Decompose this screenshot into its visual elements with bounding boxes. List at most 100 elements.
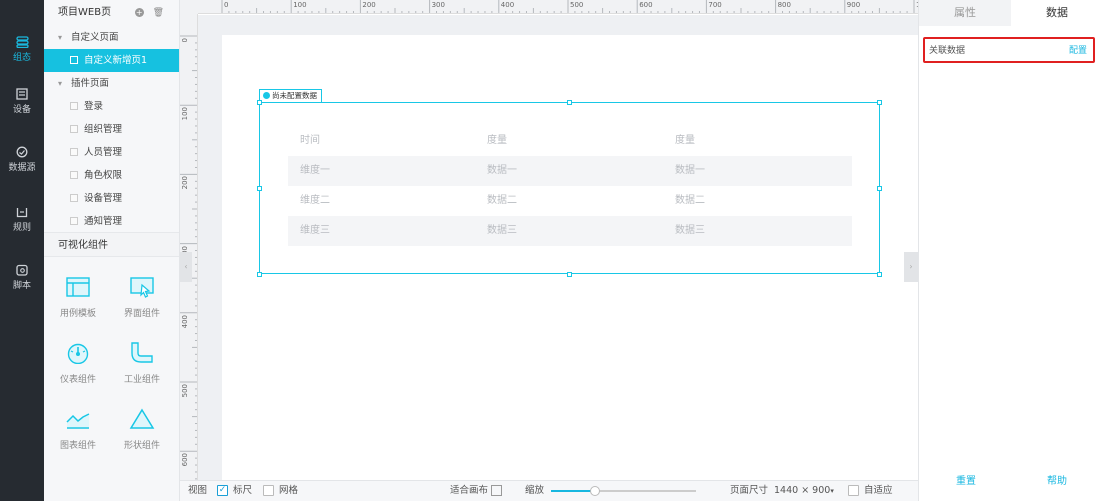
collapse-left-button[interactable]: ‹ (180, 252, 192, 282)
rail-item-label: 规则 (12, 223, 31, 233)
widget-label: 工业组件 (123, 375, 160, 385)
tab-data[interactable]: 数据 (1011, 0, 1102, 26)
page-icon (70, 56, 78, 64)
reset-button[interactable]: 重置 (956, 472, 976, 487)
widget-label: 仪表组件 (59, 375, 96, 385)
adaptive-label: 自适应 (864, 485, 893, 496)
caret-down-icon: ▾ (830, 487, 834, 495)
resize-handle-s[interactable] (567, 272, 572, 277)
zoom-slider-track[interactable] (551, 486, 696, 496)
field-label: 关联数据 (929, 46, 966, 56)
rail-item-config[interactable]: 组态 (0, 36, 44, 63)
configure-link[interactable]: 配置 (1069, 43, 1087, 56)
table-cell: 维度三 (300, 225, 330, 236)
table-cell: 数据三 (675, 225, 705, 236)
tree-item-label: 人员管理 (84, 147, 123, 158)
widget-shape[interactable]: 形状组件 (110, 408, 174, 451)
adaptive-checkbox[interactable] (848, 485, 859, 496)
ruler-tick-label: 200 (362, 1, 376, 9)
table-cell: 数据一 (487, 165, 517, 176)
rail-item-label: 数据源 (8, 163, 36, 173)
resize-handle-w[interactable] (257, 186, 262, 191)
ruler-tick-label: 700 (708, 1, 722, 9)
ruler-tick-label: 400 (181, 314, 189, 329)
ruler-tick-label: 900 (846, 1, 861, 9)
rail-item-label: 组态 (12, 53, 31, 63)
resize-handle-sw[interactable] (257, 272, 262, 277)
page-size-label: 页面尺寸 (730, 485, 769, 496)
resize-handle-nw[interactable] (257, 100, 262, 105)
widget-chart[interactable]: 图表组件 (46, 408, 110, 451)
widget-label: 形状组件 (123, 441, 160, 451)
widget-industrial[interactable]: 工业组件 (110, 342, 174, 385)
status-dot-icon (263, 92, 270, 99)
tree-item-org[interactable]: 组织管理 (44, 118, 179, 141)
pipe-icon (131, 342, 153, 363)
table-cell: 数据三 (487, 225, 517, 236)
tree-item-custom-page-1[interactable]: 自定义新增页1 (44, 49, 179, 72)
zoom-slider-handle[interactable] (589, 486, 600, 496)
table-cell: 数据二 (487, 195, 517, 206)
rail-item-script[interactable]: 脚本 (0, 264, 44, 291)
grid-checkbox[interactable] (263, 485, 274, 496)
widget-status-text: 尚未配置数据 (272, 91, 317, 100)
tree-item-label: 通知管理 (84, 216, 123, 227)
table-header-cell: 时间 (300, 135, 320, 146)
ruler-checkbox[interactable]: ✓ (217, 485, 228, 496)
tree-group-label: 自定义页面 (71, 32, 119, 43)
chevron-down-icon: ▾ (58, 33, 63, 42)
resize-handle-n[interactable] (567, 100, 572, 105)
rail-item-datasource[interactable]: 数据源 (0, 146, 44, 173)
page-size-value: 1440 × 900 (774, 485, 831, 496)
resize-handle-ne[interactable] (877, 100, 882, 105)
table-header-row: 时间 度量 度量 (288, 126, 852, 156)
tree-group-custom[interactable]: ▾ 自定义页面 (44, 26, 179, 49)
tree-group-plugin[interactable]: ▾ 插件页面 (44, 72, 179, 95)
grid-label: 网格 (279, 485, 299, 496)
ruler-tick-label: 0 (181, 38, 189, 43)
ruler-corner (180, 0, 198, 14)
widget-status-tag: 尚未配置数据 (259, 89, 322, 102)
ruler-tick-label: 200 (181, 176, 189, 190)
tree-item-login[interactable]: 登录 (44, 95, 179, 118)
resize-handle-se[interactable] (877, 272, 882, 277)
collapse-right-button[interactable]: › (904, 252, 918, 282)
page-icon (70, 171, 78, 179)
fit-canvas-label[interactable]: 适合画布 (450, 481, 488, 501)
ruler-tick-label: 400 (500, 1, 515, 9)
resize-handle-e[interactable] (877, 186, 882, 191)
tree-item-people[interactable]: 人员管理 (44, 141, 179, 164)
tree-group-label: 插件页面 (71, 78, 110, 89)
database-stack-icon (15, 36, 29, 48)
rail-item-label: 设备 (12, 105, 31, 115)
widget-template[interactable]: 用例模板 (46, 276, 110, 319)
table-row: 维度一 数据一 数据一 (288, 156, 852, 186)
tree-item-label: 角色权限 (84, 170, 123, 181)
ruler-tick-label: 0 (224, 1, 229, 9)
widget-gauge[interactable]: 仪表组件 (46, 342, 110, 385)
widget-ui[interactable]: 界面组件 (110, 276, 174, 319)
rail-item-rule[interactable]: 规则 (0, 206, 44, 233)
tree-item-roles[interactable]: 角色权限 (44, 164, 179, 187)
project-header: 项目WEB页 + 🗑 (44, 0, 180, 26)
tree-item-notify[interactable]: 通知管理 (44, 210, 179, 233)
ruler-tick-label: 600 (181, 453, 189, 467)
help-button[interactable]: 帮助 (1047, 472, 1067, 487)
widget-label: 图表组件 (59, 441, 96, 451)
ruler-tick-label: 100 (181, 107, 189, 121)
fit-canvas-icon[interactable] (491, 485, 502, 496)
add-page-icon[interactable]: + (134, 8, 144, 17)
tree-item-devices[interactable]: 设备管理 (44, 187, 179, 210)
ruler-tick-label: 500 (570, 1, 584, 9)
tab-properties[interactable]: 属性 (919, 0, 1011, 26)
page-icon (70, 148, 78, 156)
datasource-icon (16, 146, 28, 158)
ruler-left: 0100200300400500600 (180, 14, 198, 480)
widget-label: 界面组件 (123, 309, 160, 319)
gauge-icon (67, 343, 89, 364)
chevron-down-icon: ▾ (58, 79, 63, 88)
page-size-select[interactable]: 1440 × 900▾ (774, 481, 834, 501)
page-icon (70, 125, 78, 133)
delete-icon[interactable]: 🗑 (153, 8, 164, 18)
rail-item-device[interactable]: 设备 (0, 88, 44, 115)
